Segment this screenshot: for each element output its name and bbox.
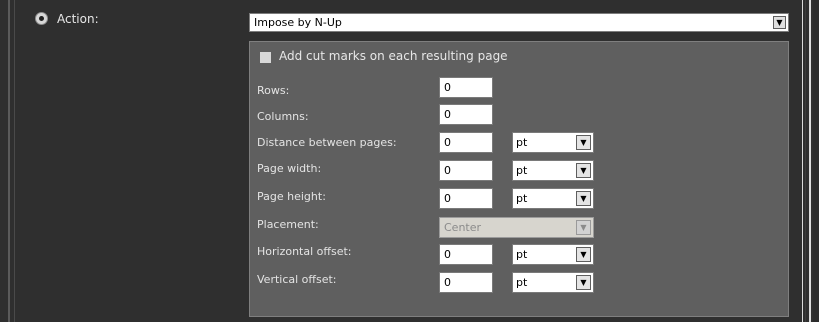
action-radio-button[interactable] [35,12,48,25]
vertical-offset-label: Vertical offset: [257,273,337,286]
frame-border-right-outer [809,0,811,322]
settings-panel: Action: Impose by N-Up ▼ Add cut marks o… [0,0,819,322]
page-height-input[interactable]: 0 [439,188,493,209]
placement-select: Center ▼ [439,217,594,238]
chevron-down-icon[interactable]: ▼ [576,191,591,206]
vertical-offset-unit-value: pt [516,276,528,289]
page-height-unit-value: pt [516,192,528,205]
horizontal-offset-input[interactable]: 0 [439,244,493,265]
frame-border-right-inner [805,0,806,322]
action-label: Action: [57,12,99,26]
chevron-down-icon: ▼ [576,220,591,235]
chevron-down-icon[interactable]: ▼ [576,163,591,178]
chevron-down-icon[interactable]: ▼ [576,275,591,290]
page-width-unit-value: pt [516,164,528,177]
columns-input[interactable]: 0 [439,104,493,125]
page-width-unit-select[interactable]: pt ▼ [512,160,594,181]
rows-input[interactable]: 0 [439,77,493,98]
vertical-offset-unit-select[interactable]: pt ▼ [512,272,594,293]
horizontal-offset-unit-value: pt [516,248,528,261]
distance-label: Distance between pages: [257,136,397,149]
page-height-unit-select[interactable]: pt ▼ [512,188,594,209]
distance-unit-select[interactable]: pt ▼ [512,132,594,153]
rows-label: Rows: [257,84,290,97]
frame-border-left [8,0,10,322]
chevron-down-icon[interactable]: ▼ [576,247,591,262]
cut-marks-checkbox[interactable] [259,51,272,64]
label-column [15,0,249,322]
cut-marks-label: Add cut marks on each resulting page [279,49,508,63]
distance-input[interactable]: 0 [439,132,493,153]
action-select[interactable]: Impose by N-Up ▼ [249,13,789,32]
page-width-input[interactable]: 0 [439,160,493,181]
vertical-offset-input[interactable]: 0 [439,272,493,293]
distance-unit-value: pt [516,136,528,149]
chevron-down-icon[interactable]: ▼ [773,16,786,29]
placement-value: Center [444,221,482,234]
frame-border-right [802,0,803,322]
placement-label: Placement: [257,218,319,231]
action-select-value: Impose by N-Up [254,16,342,29]
page-width-label: Page width: [257,162,322,175]
horizontal-offset-label: Horizontal offset: [257,245,352,258]
chevron-down-icon[interactable]: ▼ [576,135,591,150]
columns-label: Columns: [257,110,309,123]
horizontal-offset-unit-select[interactable]: pt ▼ [512,244,594,265]
frame-scroll-gutter [813,0,819,322]
page-height-label: Page height: [257,190,326,203]
